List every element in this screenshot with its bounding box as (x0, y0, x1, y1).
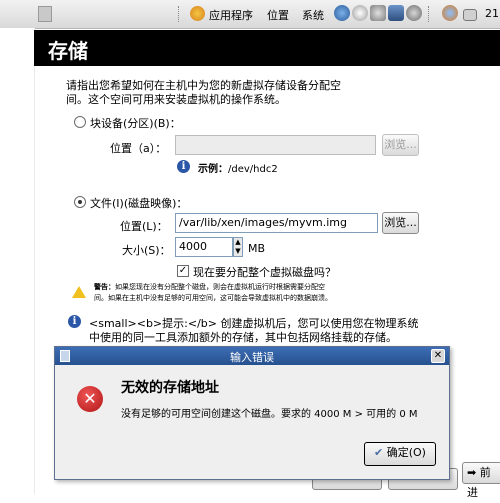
page-header (34, 30, 500, 66)
menu-system[interactable]: 系统 (302, 7, 324, 23)
info-icon: i (177, 160, 190, 173)
block-location-label: 位置（a）： (110, 142, 167, 155)
ok-button[interactable]: ✔ 确定(O) (364, 442, 436, 466)
ok-check-icon: ✔ (374, 446, 384, 459)
wizard-forward-button[interactable]: ➡ 前进 (462, 462, 500, 499)
browser-launcher-icon[interactable] (334, 5, 350, 21)
allocate-label[interactable]: 现在要分配整个虚拟磁盘吗？ (193, 264, 336, 280)
block-device-label[interactable]: 块设备(分区)(B)： (90, 115, 181, 131)
editor-launcher-icon[interactable] (370, 5, 386, 21)
block-location-field[interactable] (175, 135, 376, 155)
warning-line-1: 警告：如果您现在没有分配整个磁盘，则会在虚拟机运行时根据需要分配空 (94, 282, 325, 292)
update-notifier-icon[interactable] (442, 5, 458, 21)
block-device-radio[interactable] (74, 116, 86, 128)
network-icon[interactable] (463, 9, 477, 21)
tip-line-2: 中使用的同一工具添加额外的存储，其中包括网络挂载的存储。 (89, 331, 397, 344)
file-browse-button[interactable]: 浏览... (382, 212, 419, 234)
warning-line-2: 间。如果在主机中没有足够的可用空间，这可能会导致虚拟机中的数据崩溃。 (94, 294, 332, 302)
example-prefix: 示例： (198, 164, 228, 175)
window-left-edge (0, 28, 35, 494)
size-unit: MB (248, 242, 266, 255)
intro-line-2: 间。这个空间可用来安装虚拟机的操作系统。 (66, 93, 286, 106)
size-spin-arrows-icon[interactable]: ▲ ▼ (233, 237, 243, 257)
page-title: 存储 (48, 39, 88, 63)
terminal-launcher-icon[interactable] (388, 5, 404, 21)
file-location-label: 位置(L)： (120, 220, 168, 233)
apps-foot-icon[interactable] (190, 6, 205, 21)
panel-separator (178, 6, 181, 22)
block-browse-button[interactable]: 浏览... (382, 134, 419, 156)
dialog-close-icon[interactable]: ✕ (431, 349, 445, 363)
error-heading: 无效的存储地址 (121, 380, 219, 396)
file-location-field[interactable]: /var/lib/xen/images/myvm.img (175, 213, 378, 233)
size-spin-field[interactable]: 4000 (175, 237, 233, 257)
panel-separator-2 (428, 6, 431, 22)
warning-prefix: 警告： (94, 283, 115, 291)
forward-arrow-icon: ➡ (467, 466, 477, 479)
top-panel: 应用程序 位置 系统 21: (0, 0, 500, 29)
error-message: 没有足够的可用空间创建这个磁盘。要求的 4000 M > 可用的 0 M (121, 409, 418, 420)
email-launcher-icon[interactable] (352, 5, 368, 21)
menu-places[interactable]: 位置 (267, 7, 289, 23)
warning-icon (72, 286, 86, 298)
error-icon: ✕ (77, 386, 103, 412)
warning-text-1: 如果您现在没有分配整个磁盘，则会在虚拟机运行时根据需要分配空 (115, 283, 325, 291)
dialog-title: 输入错误 (230, 351, 274, 364)
file-image-radio[interactable] (74, 196, 86, 208)
example-value: /dev/hdc2 (228, 164, 278, 175)
file-image-label[interactable]: 文件(I)(磁盘映像)： (90, 195, 187, 211)
panel-clock[interactable]: 21: (485, 7, 500, 20)
settings-launcher-icon[interactable] (406, 5, 422, 21)
tip-info-icon: i (68, 315, 81, 328)
window-list-handle-icon[interactable] (38, 6, 52, 22)
ok-label: 确定(O) (386, 446, 426, 459)
size-label: 大小(S)： (122, 244, 171, 257)
block-example: 示例：/dev/hdc2 (198, 160, 278, 175)
allocate-checkbox[interactable]: ✓ (177, 265, 189, 277)
menu-applications[interactable]: 应用程序 (209, 7, 253, 23)
